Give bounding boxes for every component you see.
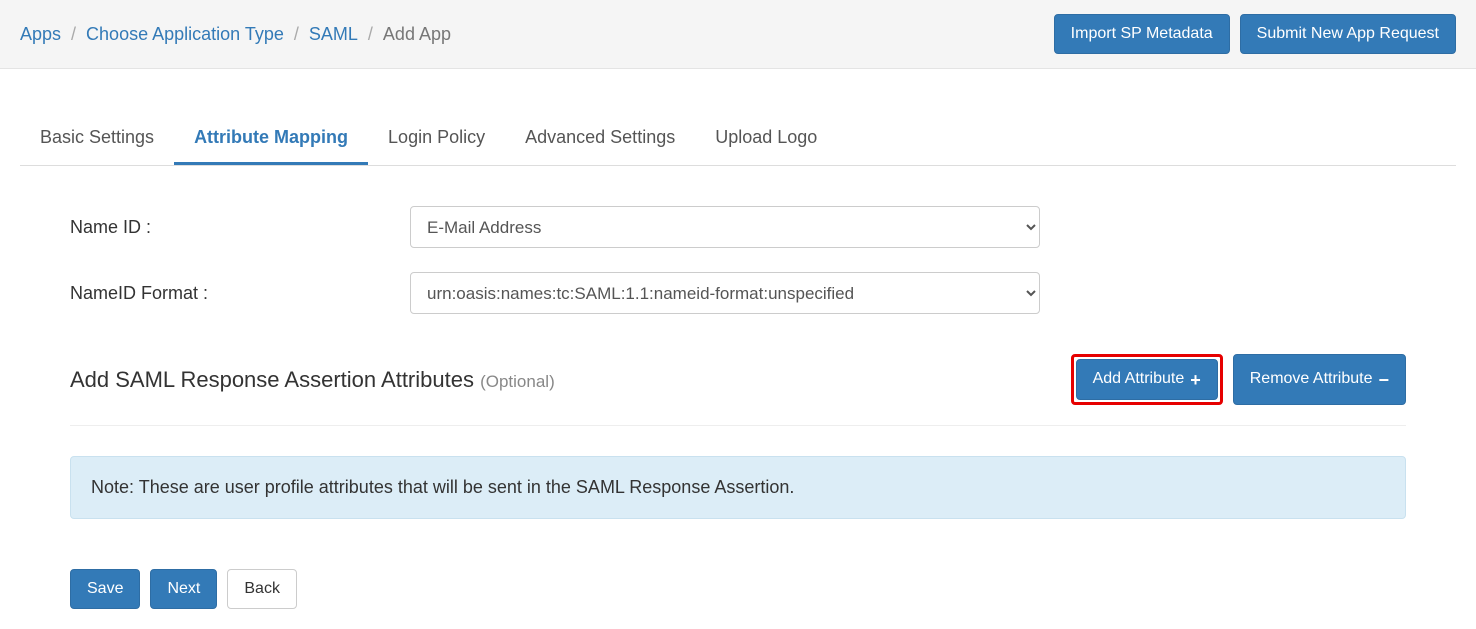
minus-icon: − (1378, 371, 1389, 389)
page-content: Basic Settings Attribute Mapping Login P… (0, 69, 1476, 629)
divider (70, 425, 1406, 426)
tabs: Basic Settings Attribute Mapping Login P… (20, 113, 1456, 166)
add-attribute-highlight: Add Attribute + (1071, 354, 1223, 404)
form-area: Name ID : E-Mail Address NameID Format :… (20, 206, 1456, 609)
breadcrumb-current: Add App (383, 24, 451, 45)
footer-buttons: Save Next Back (70, 569, 1406, 609)
attribute-buttons: Add Attribute + Remove Attribute − (1071, 354, 1406, 404)
tab-attribute-mapping[interactable]: Attribute Mapping (174, 113, 368, 165)
assertion-attributes-title: Add SAML Response Assertion Attributes (… (70, 367, 555, 393)
breadcrumb-sep: / (294, 24, 299, 45)
remove-attribute-label: Remove Attribute (1250, 368, 1373, 390)
breadcrumb-sep: / (368, 24, 373, 45)
section-title-text: Add SAML Response Assertion Attributes (70, 367, 474, 392)
import-sp-metadata-button[interactable]: Import SP Metadata (1054, 14, 1230, 54)
section-title-optional: (Optional) (480, 372, 555, 391)
assertion-attributes-header: Add SAML Response Assertion Attributes (… (70, 354, 1406, 404)
tab-basic-settings[interactable]: Basic Settings (20, 113, 174, 165)
breadcrumb-sep: / (71, 24, 76, 45)
name-id-select[interactable]: E-Mail Address (410, 206, 1040, 248)
tab-advanced-settings[interactable]: Advanced Settings (505, 113, 695, 165)
next-button[interactable]: Next (150, 569, 217, 609)
breadcrumb-apps[interactable]: Apps (20, 24, 61, 45)
nameid-format-row: NameID Format : urn:oasis:names:tc:SAML:… (70, 272, 1406, 314)
plus-icon: + (1190, 371, 1201, 389)
top-bar: Apps / Choose Application Type / SAML / … (0, 0, 1476, 69)
breadcrumb-saml[interactable]: SAML (309, 24, 358, 45)
top-actions: Import SP Metadata Submit New App Reques… (1054, 14, 1456, 54)
name-id-row: Name ID : E-Mail Address (70, 206, 1406, 248)
breadcrumb-choose-type[interactable]: Choose Application Type (86, 24, 284, 45)
save-button[interactable]: Save (70, 569, 140, 609)
breadcrumb: Apps / Choose Application Type / SAML / … (20, 24, 451, 45)
add-attribute-label: Add Attribute (1093, 368, 1185, 390)
nameid-format-select[interactable]: urn:oasis:names:tc:SAML:1.1:nameid-forma… (410, 272, 1040, 314)
nameid-format-label: NameID Format : (70, 283, 410, 304)
note-box: Note: These are user profile attributes … (70, 456, 1406, 519)
name-id-label: Name ID : (70, 217, 410, 238)
remove-attribute-button[interactable]: Remove Attribute − (1233, 354, 1406, 404)
add-attribute-button[interactable]: Add Attribute + (1076, 359, 1218, 399)
submit-new-app-request-button[interactable]: Submit New App Request (1240, 14, 1456, 54)
tab-login-policy[interactable]: Login Policy (368, 113, 505, 165)
tab-upload-logo[interactable]: Upload Logo (695, 113, 837, 165)
back-button[interactable]: Back (227, 569, 297, 609)
